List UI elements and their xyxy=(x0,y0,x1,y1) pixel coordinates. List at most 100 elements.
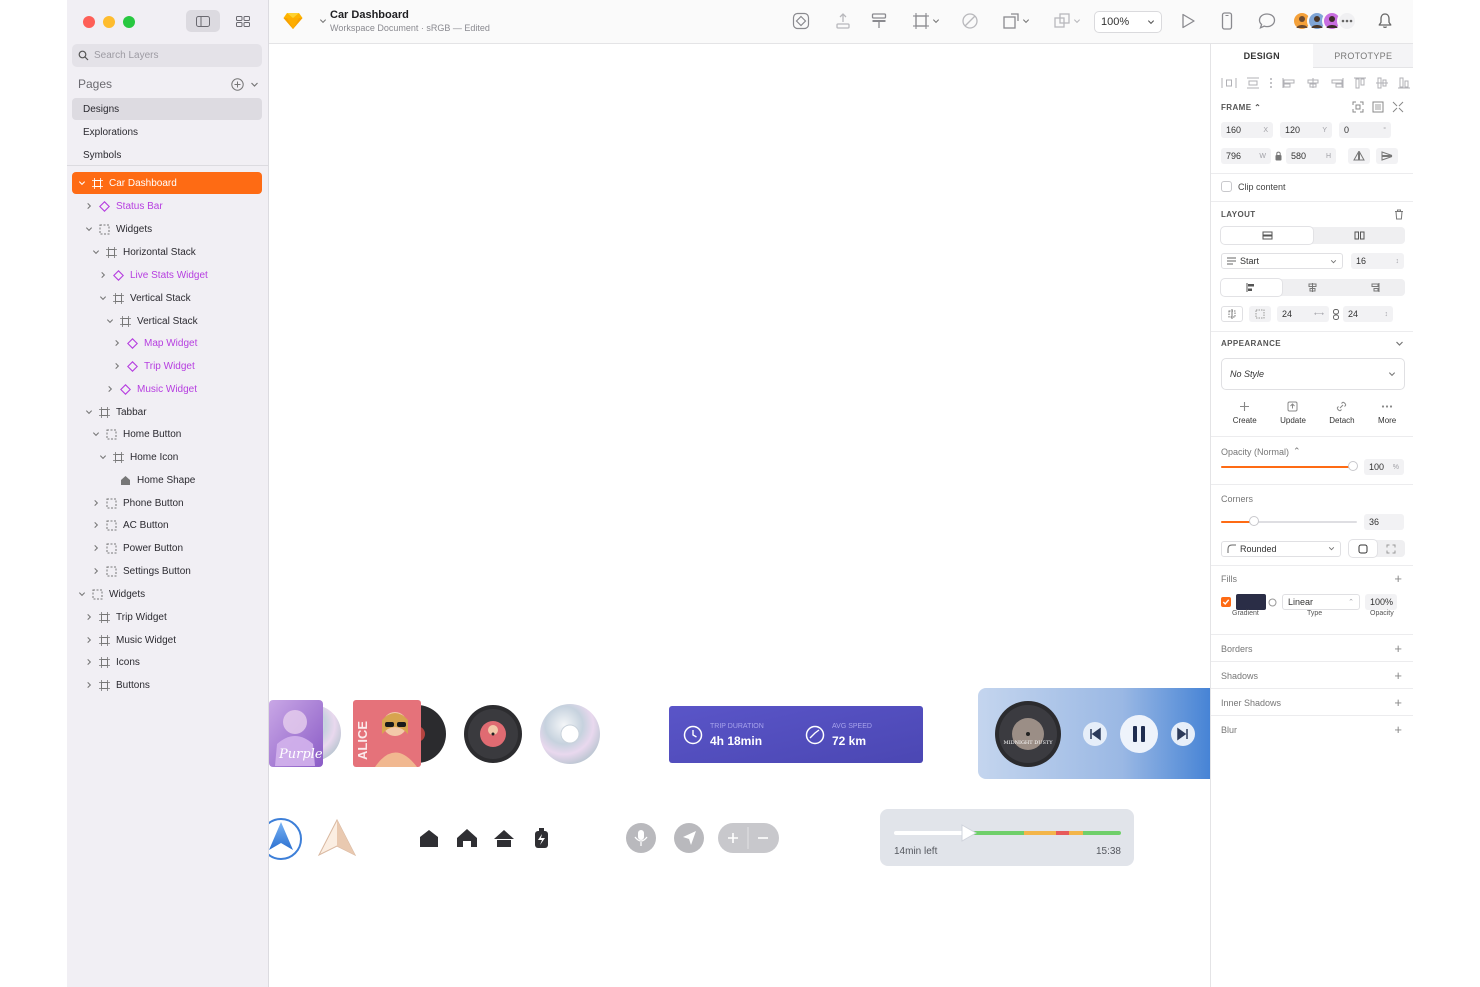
style-select[interactable]: No Style xyxy=(1221,358,1405,390)
corners-slider[interactable] xyxy=(1221,516,1357,528)
justify-right-button[interactable] xyxy=(1344,279,1405,296)
layer-item[interactable]: Power Button xyxy=(92,537,183,559)
page-item-symbols[interactable]: Symbols xyxy=(72,144,262,166)
layer-item[interactable]: Widgets xyxy=(78,583,145,605)
chevron-down-icon[interactable] xyxy=(106,317,114,325)
layout-vertical-button[interactable] xyxy=(1221,227,1313,244)
collaborators[interactable] xyxy=(1292,11,1357,31)
chevron-right-icon[interactable] xyxy=(99,271,107,279)
collapse-icon[interactable] xyxy=(1392,101,1404,113)
add-fill-icon[interactable]: + xyxy=(1394,572,1402,585)
insert-button[interactable] xyxy=(835,12,851,30)
app-menu-button[interactable] xyxy=(283,12,327,30)
add-page-icon[interactable] xyxy=(231,77,244,91)
layer-item[interactable]: Trip Widget xyxy=(113,355,195,377)
opacity-field[interactable]: 100% xyxy=(1364,459,1404,475)
chevron-right-icon[interactable] xyxy=(85,202,93,210)
corner-style-select[interactable]: Rounded xyxy=(1221,540,1341,557)
add-shadow-icon[interactable]: + xyxy=(1394,669,1402,682)
layer-item[interactable]: Horizontal Stack xyxy=(92,241,196,263)
x-field[interactable]: 160 X xyxy=(1221,122,1273,138)
layer-item[interactable]: Live Stats Widget xyxy=(99,264,208,286)
trash-icon[interactable] xyxy=(1394,209,1404,220)
layer-item[interactable]: Widgets xyxy=(85,218,152,240)
notifications-button[interactable] xyxy=(1377,12,1393,30)
minimize-window-button[interactable] xyxy=(103,16,115,28)
layer-item[interactable]: Home Button xyxy=(92,423,181,445)
chevron-down-icon[interactable] xyxy=(78,179,86,187)
layer-item[interactable]: Icons xyxy=(85,651,140,673)
close-window-button[interactable] xyxy=(83,16,95,28)
opacity-slider[interactable] xyxy=(1221,461,1358,473)
layers-view-button[interactable] xyxy=(186,10,220,32)
individual-corners-button[interactable] xyxy=(1377,540,1405,557)
fill-enabled-checkbox[interactable] xyxy=(1221,597,1231,607)
create-style-button[interactable]: Create xyxy=(1233,401,1257,425)
chevron-right-icon[interactable] xyxy=(92,521,100,529)
flip-horizontal-button[interactable] xyxy=(1348,148,1370,164)
layer-item[interactable]: AC Button xyxy=(92,514,169,536)
align-top-icon[interactable] xyxy=(1353,77,1367,89)
layout-horizontal-button[interactable] xyxy=(1313,227,1405,244)
layer-item[interactable]: Vertical Stack xyxy=(99,287,191,309)
chevron-down-icon[interactable] xyxy=(99,294,107,302)
layer-item[interactable]: Phone Button xyxy=(92,492,184,514)
chevron-right-icon[interactable] xyxy=(85,681,93,689)
add-inner-shadow-icon[interactable]: + xyxy=(1394,696,1402,709)
chevron-right-icon[interactable] xyxy=(92,567,100,575)
layer-item[interactable]: Home Shape xyxy=(106,469,195,491)
layer-item[interactable]: Map Widget xyxy=(113,332,197,354)
fill-opacity-field[interactable]: 100% xyxy=(1365,594,1397,610)
design-canvas[interactable]: Purple ALICE TRIP DURATION 4h 18min AVG … xyxy=(269,44,1211,987)
flip-vertical-button[interactable] xyxy=(1376,148,1398,164)
layer-item[interactable]: Car Dashboard xyxy=(72,172,262,194)
boolean-button[interactable] xyxy=(1053,12,1081,30)
borders-section[interactable]: Borders xyxy=(1221,644,1253,654)
preview-button[interactable] xyxy=(1180,12,1196,30)
corners-field[interactable]: 36 xyxy=(1364,514,1404,530)
clip-content-checkbox[interactable] xyxy=(1221,181,1232,192)
rotation-field[interactable]: 0 ° xyxy=(1339,122,1391,138)
resize-icon[interactable] xyxy=(1372,101,1384,113)
page-item-designs[interactable]: Designs xyxy=(72,98,262,120)
page-item-explorations[interactable]: Explorations xyxy=(72,121,262,143)
y-field[interactable]: 120 Y xyxy=(1280,122,1332,138)
update-style-button[interactable]: Update xyxy=(1280,401,1306,425)
chevron-right-icon[interactable] xyxy=(113,339,121,347)
justify-left-button[interactable] xyxy=(1221,279,1283,296)
add-border-icon[interactable]: + xyxy=(1394,642,1402,655)
detach-style-button[interactable]: Detach xyxy=(1329,401,1355,425)
spacing-field[interactable]: 16 ↕ xyxy=(1351,253,1404,269)
height-field[interactable]: 580 H xyxy=(1286,148,1336,164)
color-variable-icon[interactable] xyxy=(1268,598,1277,607)
uniform-corners-button[interactable] xyxy=(1349,540,1377,557)
justify-center-button[interactable] xyxy=(1282,279,1343,296)
align-middle-icon[interactable] xyxy=(1375,77,1389,89)
fill-color-swatch[interactable] xyxy=(1236,594,1266,610)
distribute-horizontal-icon[interactable] xyxy=(1221,77,1237,89)
vertical-padding-field[interactable]: 24 ↕ xyxy=(1343,306,1393,322)
chevron-right-icon[interactable] xyxy=(85,613,93,621)
layer-item[interactable]: Music Widget xyxy=(85,629,176,651)
layer-item[interactable]: Buttons xyxy=(85,674,150,696)
chevron-right-icon[interactable] xyxy=(85,658,93,666)
frame-label[interactable]: FRAME ⌃ xyxy=(1221,103,1261,112)
layer-item[interactable]: Status Bar xyxy=(85,195,163,217)
layer-item[interactable]: Vertical Stack xyxy=(106,310,198,332)
chevron-down-icon[interactable] xyxy=(85,225,93,233)
more-collaborators-icon[interactable] xyxy=(1337,11,1357,31)
layer-item[interactable]: Trip Widget xyxy=(85,606,167,628)
padding-mode-button[interactable] xyxy=(1221,306,1243,322)
chevron-down-icon[interactable] xyxy=(1395,339,1404,348)
layer-item[interactable]: Home Icon xyxy=(99,446,178,468)
chevron-right-icon[interactable] xyxy=(92,544,100,552)
chevron-down-icon[interactable] xyxy=(92,430,100,438)
padding-individual-button[interactable] xyxy=(1249,306,1271,322)
distribute-vertical-icon[interactable] xyxy=(1245,77,1261,89)
comments-button[interactable] xyxy=(1258,12,1276,30)
align-bottom-icon[interactable] xyxy=(1397,77,1411,89)
layer-item[interactable]: Music Widget xyxy=(106,378,197,400)
tab-design[interactable]: DESIGN xyxy=(1211,44,1313,68)
chevron-down-icon[interactable] xyxy=(92,248,100,256)
mask-button[interactable] xyxy=(961,12,979,30)
